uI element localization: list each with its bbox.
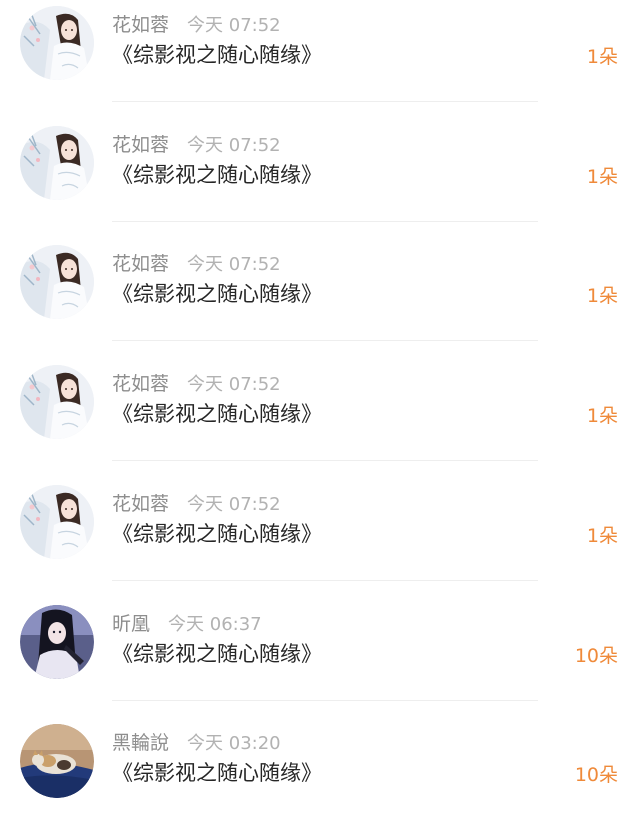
sender-name[interactable]: 黑輪說 <box>112 732 169 754</box>
divider <box>112 699 538 701</box>
message-row[interactable]: 花如蓉 今天 07:52 《综影视之随心随缘》 1朵 <box>0 120 640 240</box>
avatar[interactable] <box>20 365 94 440</box>
sender-name[interactable]: 昕凰 <box>112 613 150 635</box>
flower-count: 1朵 <box>586 46 618 68</box>
message-row[interactable]: 花如蓉 今天 07:52 《综影视之随心随缘》 1朵 <box>0 479 640 599</box>
message-meta: 花如蓉 今天 07:52 <box>112 492 281 516</box>
sender-name[interactable]: 花如蓉 <box>112 373 169 395</box>
book-title[interactable]: 《综影视之随心随缘》 <box>112 399 322 429</box>
flower-count: 10朵 <box>574 644 618 667</box>
avatar[interactable] <box>20 6 94 80</box>
divider <box>112 220 538 222</box>
timestamp: 今天 07:52 <box>187 134 281 156</box>
book-title[interactable]: 《综影视之随心随缘》 <box>112 279 322 309</box>
sender-name[interactable]: 花如蓉 <box>112 493 169 515</box>
message-row[interactable]: 花如蓉 今天 07:52 《综影视之随心随缘》 1朵 <box>0 359 640 479</box>
divider <box>112 460 538 462</box>
flower-count: 1朵 <box>586 165 618 188</box>
message-meta: 花如蓉 今天 07:52 <box>112 13 281 37</box>
sender-name[interactable]: 花如蓉 <box>112 14 169 36</box>
message-row[interactable]: 花如蓉 今天 07:52 《综影视之随心随缘》 1朵 <box>0 0 640 120</box>
flower-count: 1朵 <box>586 524 618 547</box>
flower-count: 10朵 <box>574 764 618 787</box>
timestamp: 今天 06:37 <box>168 613 262 635</box>
sender-name[interactable]: 花如蓉 <box>112 134 169 156</box>
divider <box>112 340 538 342</box>
message-row[interactable]: 昕凰 今天 06:37 《综影视之随心随缘》 10朵 <box>0 599 640 719</box>
timestamp: 今天 07:52 <box>187 374 281 396</box>
message-list: 花如蓉 今天 07:52 《综影视之随心随缘》 1朵 花如蓉 今天 07:52 《综影视之随… <box>0 0 640 809</box>
message-row[interactable]: 花如蓉 今天 07:52 《综影视之随心随缘》 1朵 <box>0 239 640 359</box>
divider <box>112 579 538 581</box>
avatar[interactable] <box>20 724 94 799</box>
message-meta: 黑輪說 今天 03:20 <box>112 731 281 755</box>
avatar[interactable] <box>20 484 94 559</box>
book-title[interactable]: 《综影视之随心随缘》 <box>112 758 322 788</box>
book-title[interactable]: 《综影视之随心随缘》 <box>112 639 322 669</box>
avatar[interactable] <box>20 125 94 200</box>
divider <box>112 101 538 102</box>
message-meta: 昕凰 今天 06:37 <box>112 612 262 636</box>
flower-count: 1朵 <box>586 285 618 308</box>
book-title[interactable]: 《综影视之随心随缘》 <box>112 519 322 549</box>
timestamp: 今天 07:52 <box>187 15 281 36</box>
book-title[interactable]: 《综影视之随心随缘》 <box>112 160 322 190</box>
message-meta: 花如蓉 今天 07:52 <box>112 252 281 276</box>
message-meta: 花如蓉 今天 07:52 <box>112 133 281 157</box>
timestamp: 今天 07:52 <box>187 254 281 276</box>
timestamp: 今天 03:20 <box>187 733 281 755</box>
avatar[interactable] <box>20 604 94 679</box>
message-row[interactable]: 黑輪說 今天 03:20 《综影视之随心随缘》 10朵 <box>0 718 640 838</box>
timestamp: 今天 07:52 <box>187 493 281 515</box>
book-title[interactable]: 《综影视之随心随缘》 <box>112 40 322 70</box>
message-meta: 花如蓉 今天 07:52 <box>112 372 281 396</box>
flower-count: 1朵 <box>586 405 618 428</box>
avatar[interactable] <box>20 245 94 320</box>
sender-name[interactable]: 花如蓉 <box>112 253 169 275</box>
